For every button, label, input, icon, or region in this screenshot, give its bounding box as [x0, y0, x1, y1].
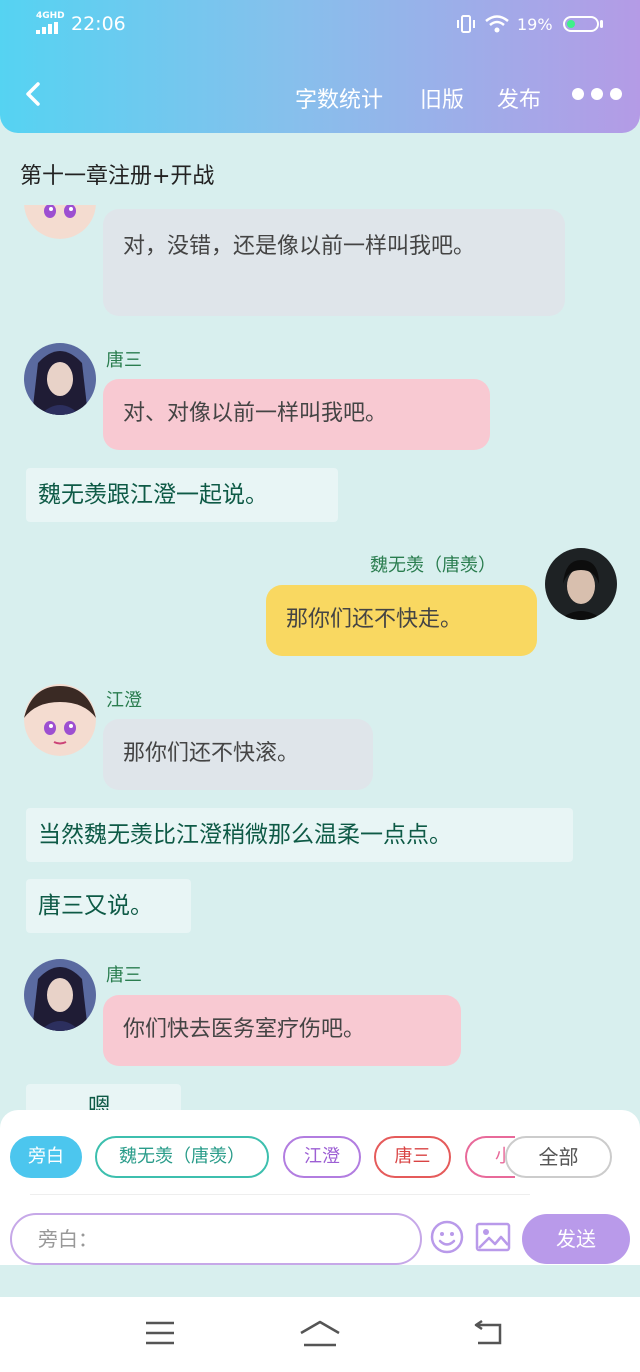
network-type: 4GHD — [36, 11, 65, 21]
message-bubble: 你们快去医务室疗伤吧。 — [103, 995, 461, 1066]
sender-name: 唐三 — [106, 965, 142, 986]
avatar-tang-san[interactable] — [24, 343, 96, 415]
wifi-icon — [485, 15, 509, 33]
home-icon[interactable] — [298, 1319, 342, 1349]
composer-panel: 旁白 魏无羡（唐羡） 江澄 唐三 小 全部 旁白： 发送 — [0, 1110, 640, 1265]
battery-percent: 19% — [517, 15, 553, 34]
chapter-title: 第十一章注册+开战 — [20, 164, 215, 189]
divider — [30, 1194, 530, 1195]
sender-name: 江澄 — [106, 690, 142, 711]
role-chip-jiang-cheng[interactable]: 江澄 — [283, 1136, 361, 1178]
status-bar: 4GHD 22:06 19% — [0, 0, 640, 50]
narration-text: 嗯 — [26, 1084, 181, 1110]
chat-area[interactable]: 对，没错，还是像以前一样叫我吧。 唐三 对、对像以前一样叫我吧。 魏无羡跟江澄一… — [0, 205, 640, 1110]
back-arrow-icon[interactable] — [20, 80, 46, 108]
narration-text: 唐三又说。 — [26, 879, 191, 933]
signal-icon — [36, 22, 62, 34]
avatar-tang-san[interactable] — [24, 959, 96, 1031]
publish-button[interactable]: 发布 — [497, 82, 541, 114]
vibrate-icon — [457, 15, 475, 33]
send-button[interactable]: 发送 — [522, 1214, 630, 1264]
image-icon[interactable] — [475, 1222, 511, 1252]
more-options-icon[interactable] — [572, 88, 622, 102]
message-bubble: 那你们还不快滚。 — [103, 719, 373, 790]
role-chip-tang-san[interactable]: 唐三 — [374, 1136, 451, 1178]
clock: 22:06 — [71, 13, 126, 35]
system-nav-bar — [0, 1297, 640, 1372]
battery-tip — [600, 20, 603, 28]
sender-name: 唐三 — [106, 350, 142, 371]
avatar-wei-wuxian[interactable] — [545, 548, 617, 620]
role-chip-all[interactable]: 全部 — [505, 1136, 612, 1178]
role-chip-narrator[interactable]: 旁白 — [10, 1136, 82, 1178]
back-icon[interactable] — [472, 1319, 504, 1347]
word-count-button[interactable]: 字数统计 — [295, 82, 383, 114]
emoji-icon[interactable] — [430, 1220, 464, 1254]
role-chip-wei-wuxian[interactable]: 魏无羡（唐羡） — [95, 1136, 269, 1178]
battery-icon — [563, 16, 599, 32]
sender-name: 魏无羡（唐羡） — [370, 555, 496, 576]
avatar-jiang[interactable] — [24, 205, 96, 239]
panel-gap — [0, 1265, 640, 1297]
avatar-jiang-cheng[interactable] — [24, 684, 96, 756]
app-header: 4GHD 22:06 19% 字数统计 旧版 发布 — [0, 0, 640, 133]
menu-icon[interactable] — [144, 1319, 176, 1347]
message-bubble-own: 那你们还不快走。 — [266, 585, 537, 656]
old-version-button[interactable]: 旧版 — [420, 82, 464, 114]
message-bubble: 对、对像以前一样叫我吧。 — [103, 379, 490, 450]
message-bubble: 对，没错，还是像以前一样叫我吧。 — [103, 209, 565, 316]
narration-text: 魏无羡跟江澄一起说。 — [26, 468, 338, 522]
narration-text: 当然魏无羡比江澄稍微那么温柔一点点。 — [26, 808, 573, 862]
message-input[interactable]: 旁白： — [10, 1213, 422, 1265]
role-selector: 旁白 魏无羡（唐羡） 江澄 唐三 小 全部 — [0, 1136, 640, 1180]
